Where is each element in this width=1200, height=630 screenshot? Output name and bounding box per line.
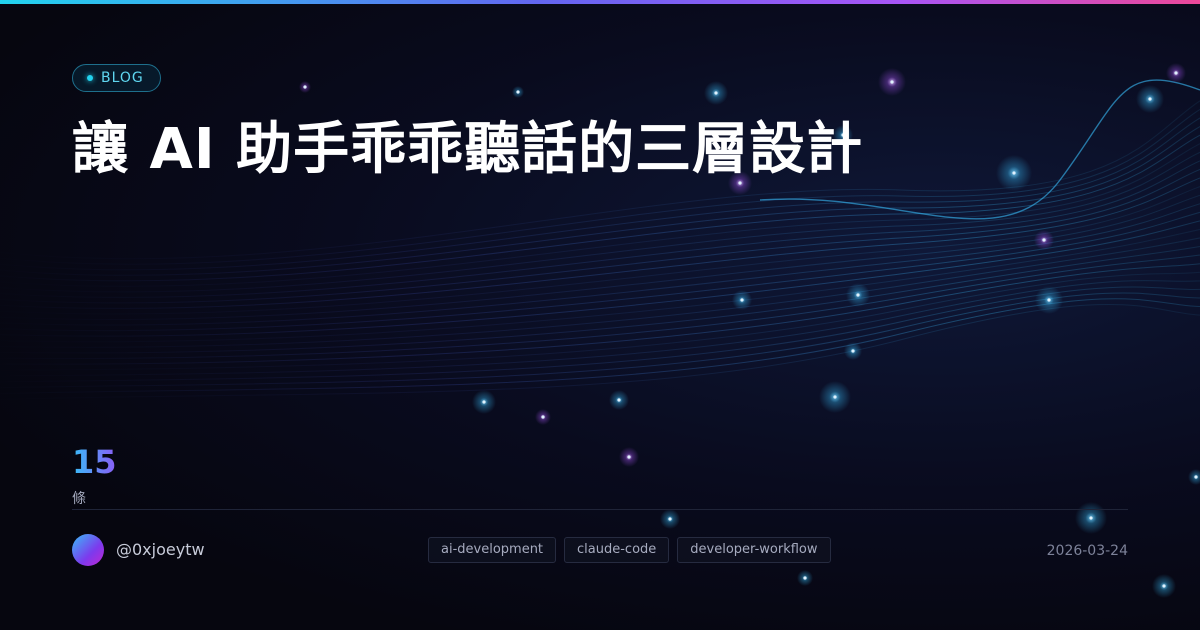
glow-particle-core [1148, 97, 1152, 101]
glow-particle-core [303, 85, 307, 89]
glow-particle-core [627, 455, 631, 459]
tag[interactable]: ai-development [428, 537, 557, 563]
glow-particle-core [617, 398, 621, 402]
glow-particle-core [1089, 516, 1093, 520]
tag[interactable]: claude-code [564, 537, 670, 563]
publish-date: 2026-03-24 [1046, 543, 1128, 559]
flow-line [0, 271, 1200, 371]
footer-divider [72, 509, 1128, 510]
glow-particle-core [714, 91, 718, 95]
category-badge[interactable]: BLOG [72, 64, 161, 92]
glow-particle-core [856, 293, 860, 297]
flow-line [0, 286, 1200, 383]
flow-line [0, 220, 1200, 337]
glow-particle-core [482, 400, 486, 404]
glow-particle-core [851, 349, 855, 353]
glow-particle-core [1047, 298, 1051, 302]
tag[interactable]: developer-workflow [677, 537, 831, 563]
tag-list: ai-development claude-code developer-wor… [428, 537, 831, 563]
glow-particle-core [541, 415, 545, 419]
author-handle[interactable]: @0xjoeytw [116, 540, 205, 560]
glow-particle-core [668, 517, 672, 521]
glow-particle-core [1162, 584, 1166, 588]
glow-particle-core [740, 298, 744, 302]
post-title: 讓 AI 助手乖乖聽話的三層設計 [72, 117, 864, 182]
avatar [72, 534, 104, 566]
stat-unit: 條 [72, 491, 86, 507]
glow-particle-core [1042, 238, 1046, 242]
glow-particle-core [833, 395, 837, 399]
stat-value: 15 [72, 443, 117, 481]
og-card: BLOG 讓 AI 助手乖乖聽話的三層設計 15 條 @0xjoeytw ai-… [0, 0, 1200, 630]
flow-line [0, 280, 1200, 377]
glow-particle-core [1194, 475, 1198, 479]
flow-line [0, 263, 1200, 365]
glow-particle [1188, 469, 1200, 485]
glow-particle-core [890, 80, 894, 84]
dot-icon [87, 75, 93, 81]
glow-particle-core [1174, 71, 1178, 75]
category-label: BLOG [101, 70, 144, 86]
glow-particle-core [803, 576, 807, 580]
glow-particle-core [516, 90, 520, 94]
flow-lines-background [0, 63, 1200, 598]
